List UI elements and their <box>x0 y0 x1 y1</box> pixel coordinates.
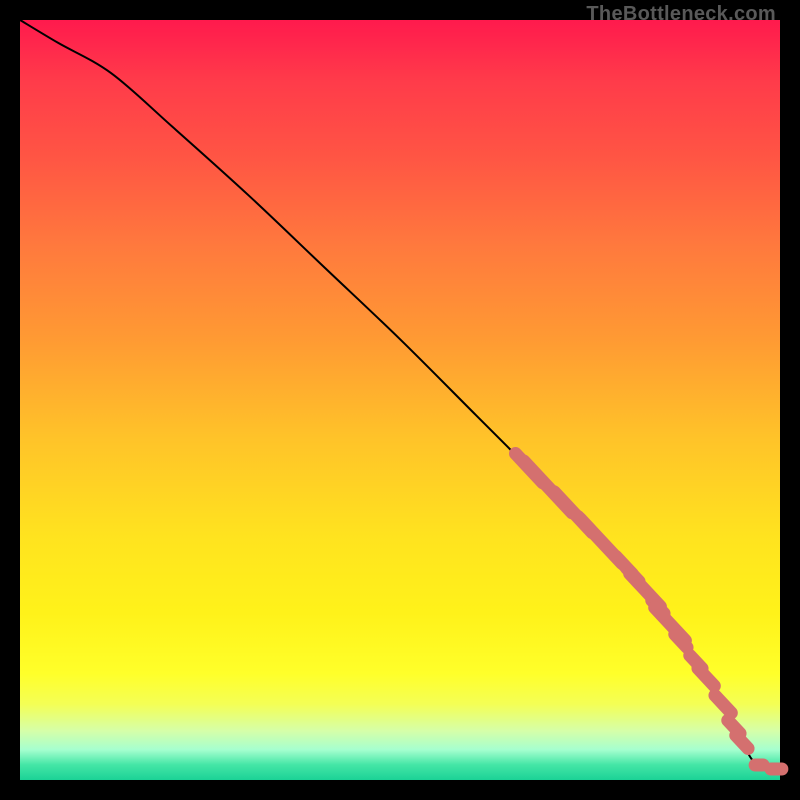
curve-layer <box>20 20 780 780</box>
performance-curve <box>20 20 780 769</box>
data-marker <box>765 762 788 775</box>
chart-frame: TheBottleneck.com <box>20 20 780 780</box>
